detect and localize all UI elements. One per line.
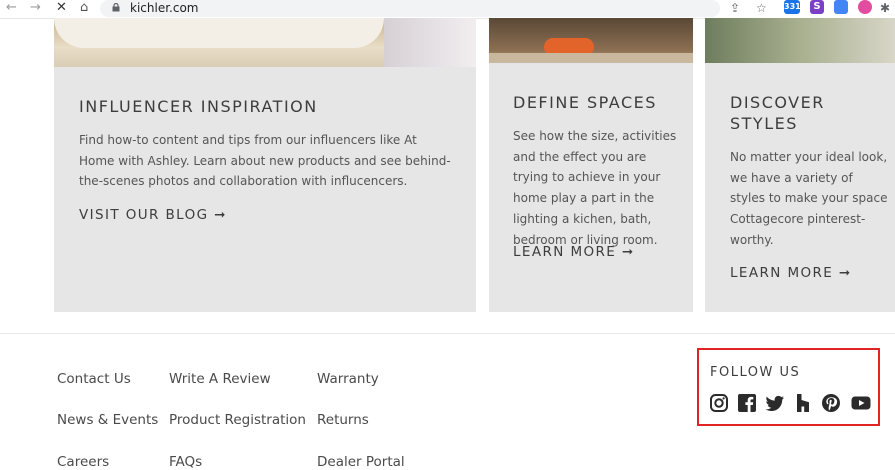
- influencer-card: INFLUENCER INSPIRATION Find how-to conte…: [54, 67, 476, 312]
- forward-icon[interactable]: →: [30, 1, 41, 15]
- define-spaces-card: DEFINE SPACES See how the size, activiti…: [489, 63, 693, 312]
- houzz-icon[interactable]: [793, 393, 813, 413]
- card-body: Find how-to content and tips from our in…: [79, 133, 451, 189]
- pinterest-icon[interactable]: [821, 393, 841, 413]
- footer-link-warranty[interactable]: Warranty: [317, 371, 379, 387]
- card-title: DEFINE SPACES: [513, 93, 657, 112]
- youtube-icon[interactable]: [851, 393, 871, 413]
- footer-link-returns[interactable]: Returns: [317, 412, 369, 428]
- stop-icon[interactable]: ✕: [56, 1, 67, 15]
- card-body: See how the size, activities and the eff…: [513, 129, 677, 247]
- extension-circle-icon[interactable]: [858, 0, 872, 14]
- define-spaces-card-image: [489, 18, 693, 63]
- learn-more-link[interactable]: LEARN MORE ➞: [730, 265, 852, 281]
- browser-toolbar: ← → ✕ ⌂ kichler.com ⇪ ☆ 331 S ✱: [0, 0, 895, 19]
- extension-badge[interactable]: 331: [784, 0, 801, 14]
- bookmark-star-icon[interactable]: ☆: [756, 1, 767, 15]
- address-bar[interactable]: kichler.com: [100, 0, 720, 17]
- footer-divider: [0, 333, 895, 334]
- visit-blog-link[interactable]: VISIT OUR BLOG ➞: [79, 207, 227, 223]
- puzzle-icon[interactable]: ✱: [880, 1, 890, 15]
- discover-styles-card: DISCOVER STYLES No matter your ideal loo…: [705, 63, 895, 312]
- share-icon[interactable]: ⇪: [730, 1, 740, 15]
- lock-icon: [112, 3, 120, 12]
- learn-more-link[interactable]: LEARN MORE ➞: [513, 244, 635, 260]
- url-text: kichler.com: [130, 1, 199, 15]
- follow-us-title: FOLLOW US: [710, 365, 801, 380]
- footer-link-contact-us[interactable]: Contact Us: [57, 371, 131, 387]
- card-title: DISCOVER STYLES: [730, 93, 825, 133]
- card-title: INFLUENCER INSPIRATION: [79, 97, 318, 116]
- card-body: No matter your ideal look, we have a var…: [730, 150, 888, 247]
- footer-link-product-registration[interactable]: Product Registration: [169, 412, 306, 428]
- twitter-icon[interactable]: [765, 393, 785, 413]
- influencer-card-image: [54, 18, 476, 67]
- home-icon[interactable]: ⌂: [80, 1, 88, 15]
- footer-link-news-events[interactable]: News & Events: [57, 412, 158, 428]
- follow-us-section: FOLLOW US: [697, 348, 880, 426]
- footer-link-write-review[interactable]: Write A Review: [169, 371, 271, 387]
- back-icon[interactable]: ←: [6, 1, 17, 15]
- translate-icon[interactable]: [834, 0, 848, 14]
- discover-styles-card-image: [705, 18, 895, 63]
- facebook-icon[interactable]: [737, 393, 757, 413]
- instagram-icon[interactable]: [709, 393, 729, 413]
- extension-s-icon[interactable]: S: [810, 0, 824, 14]
